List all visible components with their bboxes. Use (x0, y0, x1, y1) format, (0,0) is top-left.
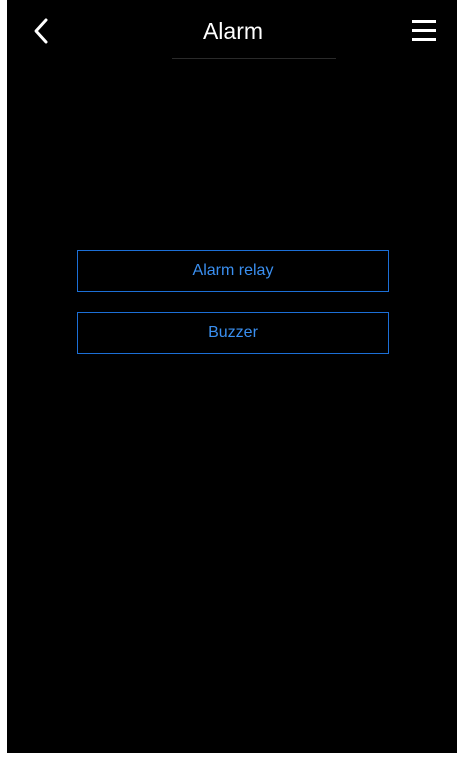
hamburger-line (412, 29, 436, 32)
hamburger-menu-icon (412, 20, 436, 23)
title-divider (172, 58, 336, 59)
menu-button[interactable] (410, 18, 440, 44)
alarm-relay-button[interactable]: Alarm relay (77, 250, 389, 292)
buzzer-button[interactable]: Buzzer (77, 312, 389, 354)
hamburger-line (412, 38, 436, 41)
page-title: Alarm (202, 18, 264, 44)
app-screen: Alarm Alarm relay Buzzer (7, 0, 457, 753)
header-bar: Alarm (7, 0, 457, 62)
